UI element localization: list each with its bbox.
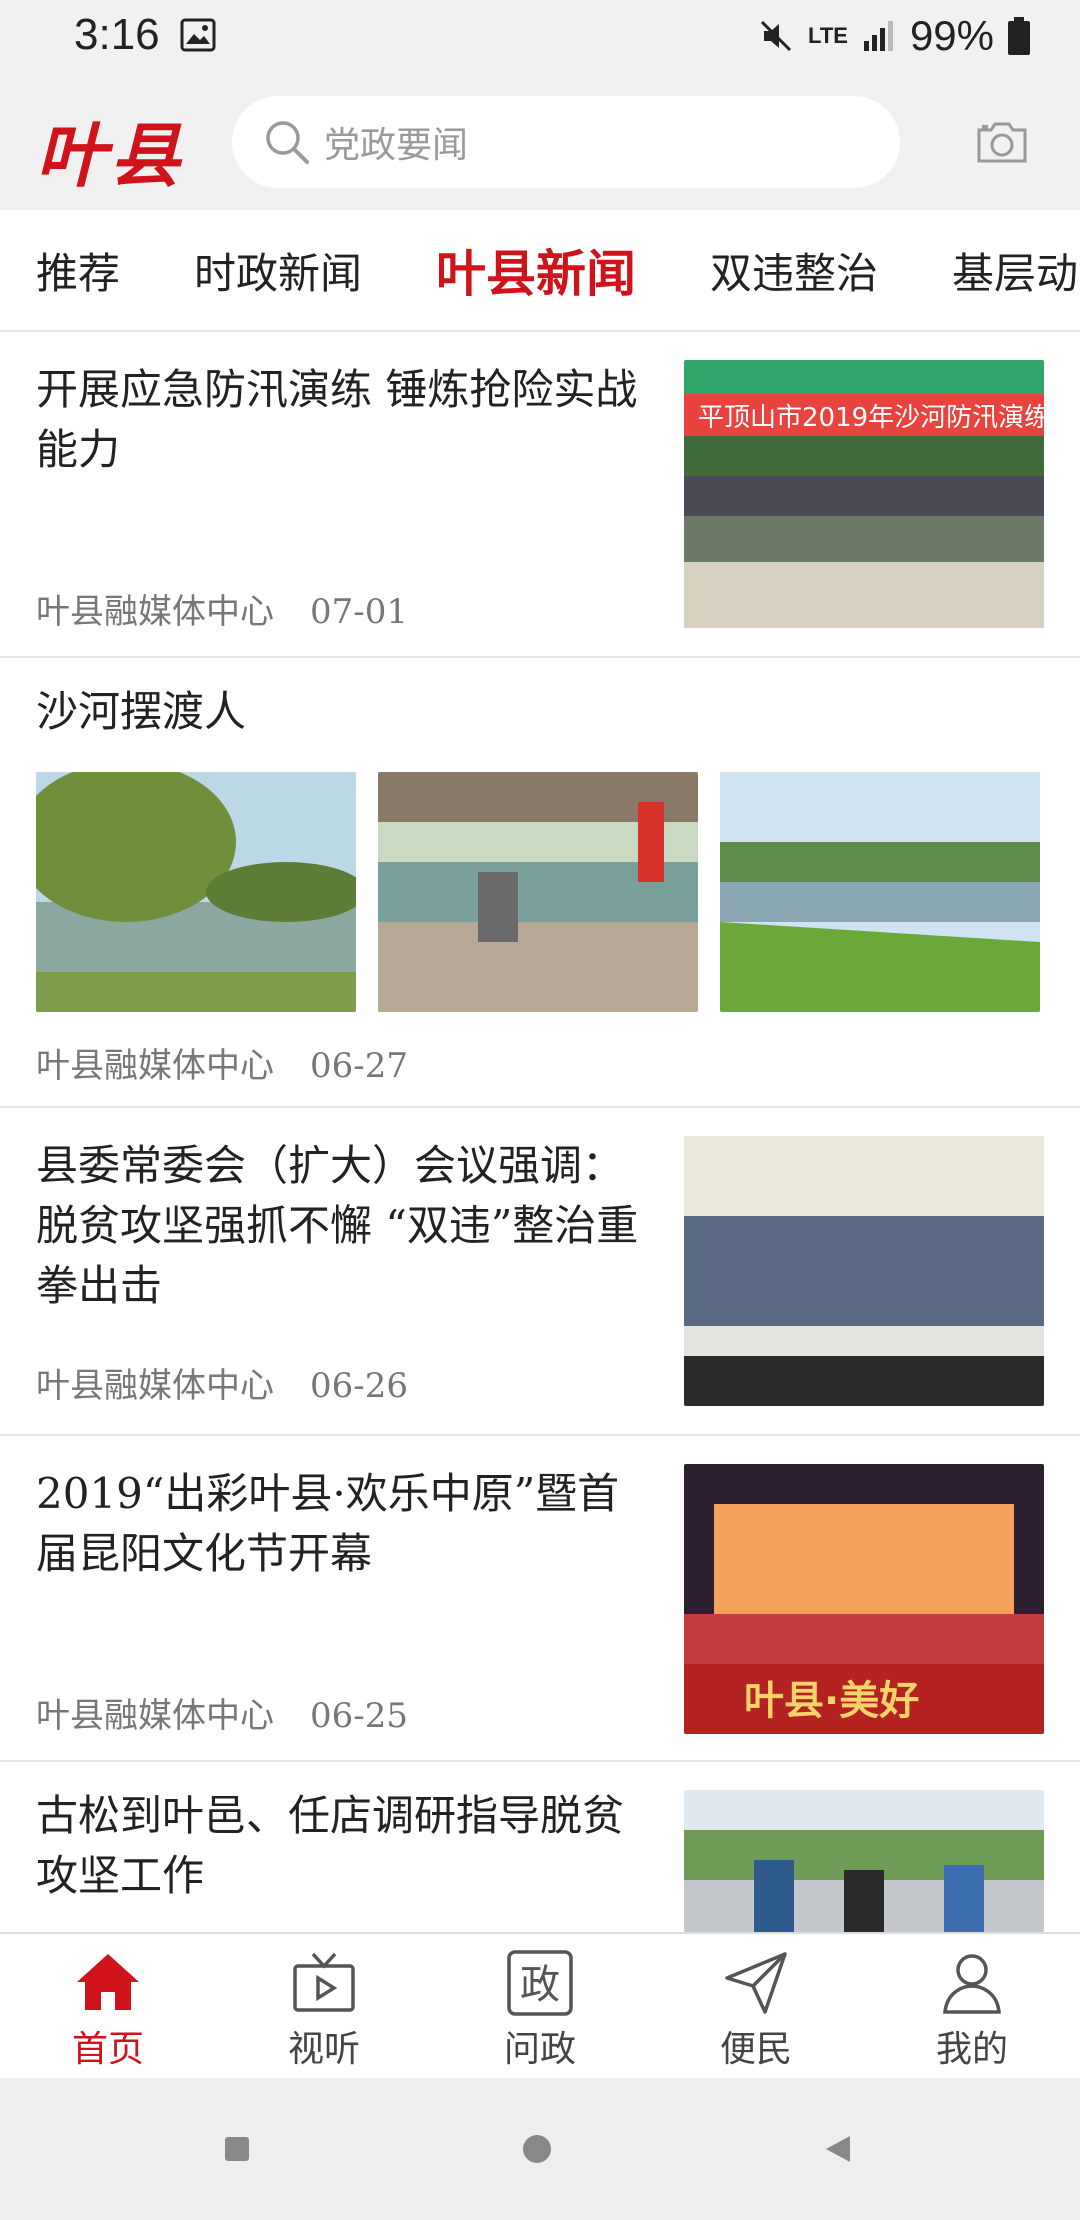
news-meta: 叶县融媒体中心 06-27	[36, 1038, 408, 1087]
battery-icon	[1008, 17, 1030, 55]
nav-label: 问政	[503, 2029, 576, 2070]
news-date: 06-26	[310, 1366, 409, 1406]
news-meta: 叶县融媒体中心 06-26	[36, 1358, 408, 1407]
news-thumbnail: 叶县·美好	[684, 1464, 1044, 1734]
banner-text: 叶县·美好	[744, 1678, 919, 1724]
news-title: 县委常委会（扩大）会议强调：脱贫攻坚强抓不懈 “双违”整治重拳出击	[36, 1141, 639, 1310]
nav-home[interactable]: 首页	[0, 1934, 216, 2080]
tab-politics[interactable]: 时政新闻	[194, 240, 362, 301]
news-item[interactable]: 县委常委会（扩大）会议强调：脱贫攻坚强抓不懈 “双违”整治重拳出击 叶县融媒体中…	[0, 1108, 1080, 1436]
back-icon[interactable]	[824, 2134, 852, 2164]
news-meta: 叶县融媒体中心 07-01	[36, 584, 408, 633]
search-input[interactable]: 党政要闻	[232, 96, 900, 188]
news-title: 2019“出彩叶县·欢乐中原”暨首届昆阳文化节开幕	[36, 1469, 620, 1578]
tab-grassroots[interactable]: 基层动态	[952, 240, 1080, 301]
news-source: 叶县融媒体中心	[36, 1696, 274, 1736]
news-thumbnail	[684, 1136, 1044, 1406]
status-indicators: LTE 99%	[758, 10, 1030, 62]
person-icon	[943, 1954, 1001, 2014]
tab-yexian-news[interactable]: 叶县新闻	[436, 234, 636, 306]
bottom-navigation: 首页 视听 政 问政 便民 我的	[0, 1932, 1080, 2080]
banner-text: 平顶山市2019年沙河防汛演练	[698, 403, 1044, 433]
recents-icon[interactable]	[224, 2136, 250, 2162]
news-title: 开展应急防汛演练 锤炼抢险实战能力	[36, 365, 638, 474]
news-thumbnail	[684, 1790, 1044, 1932]
nav-label: 视听	[287, 2029, 360, 2070]
news-item[interactable]: 开展应急防汛演练 锤炼抢险实战能力 叶县融媒体中心 07-01 平顶山市2019年…	[0, 332, 1080, 658]
app-logo: 叶县	[36, 114, 184, 197]
nav-label: 首页	[71, 2029, 144, 2070]
news-thumbnail	[378, 772, 698, 1012]
news-source: 叶县融媒体中心	[36, 1046, 274, 1086]
news-date: 07-01	[310, 592, 409, 632]
home-icon	[77, 1954, 139, 2010]
nav-label: 我的	[935, 2029, 1008, 2070]
nav-profile[interactable]: 我的	[864, 1934, 1080, 2080]
news-thumbnail: 平顶山市2019年沙河防汛演练	[684, 360, 1044, 628]
news-item[interactable]: 沙河摆渡人 叶县融媒体中心 06-27	[0, 658, 1080, 1108]
image-notification-icon	[180, 18, 216, 52]
nav-inquiry[interactable]: 政 问政	[432, 1934, 648, 2080]
search-placeholder: 党政要闻	[324, 125, 469, 166]
news-thumbnail	[36, 772, 356, 1012]
news-source: 叶县融媒体中心	[36, 592, 274, 632]
home-button-icon[interactable]	[522, 2134, 552, 2164]
news-title: 沙河摆渡人	[36, 687, 247, 736]
zheng-icon: 政	[507, 1950, 573, 2016]
news-date: 06-27	[310, 1046, 409, 1086]
svg-text:政: 政	[520, 1962, 560, 2008]
nav-label: 便民	[719, 2029, 792, 2070]
network-type: LTE	[808, 23, 848, 48]
tab-recommend[interactable]: 推荐	[36, 240, 120, 301]
send-icon	[725, 1952, 787, 2014]
signal-icon	[863, 21, 893, 51]
mute-icon	[760, 20, 792, 52]
system-nav-bar	[0, 2078, 1080, 2220]
status-bar: 3:16 LTE 99%	[0, 0, 1080, 72]
battery-percent: 99%	[909, 12, 994, 59]
category-tabs: 推荐 时政新闻 叶县新闻 双违整治 基层动态	[0, 210, 1080, 332]
news-item[interactable]: 古松到叶邑、任店调研指导脱贫攻坚工作	[0, 1762, 1080, 1932]
search-icon	[266, 121, 309, 164]
news-title: 古松到叶邑、任店调研指导脱贫攻坚工作	[36, 1791, 625, 1900]
news-item[interactable]: 2019“出彩叶县·欢乐中原”暨首届昆阳文化节开幕 叶县融媒体中心 06-25 叶…	[0, 1436, 1080, 1762]
nav-convenience[interactable]: 便民	[648, 1934, 864, 2080]
camera-icon[interactable]	[976, 118, 1028, 164]
news-date: 06-25	[310, 1696, 409, 1736]
tab-illegal-rectification[interactable]: 双违整治	[710, 240, 878, 301]
news-meta: 叶县融媒体中心 06-25	[36, 1688, 408, 1737]
tv-icon	[293, 1952, 355, 2012]
news-thumbnail	[720, 772, 1040, 1012]
status-time: 3:16	[74, 10, 160, 59]
news-source: 叶县融媒体中心	[36, 1366, 274, 1406]
nav-audio-video[interactable]: 视听	[216, 1934, 432, 2080]
